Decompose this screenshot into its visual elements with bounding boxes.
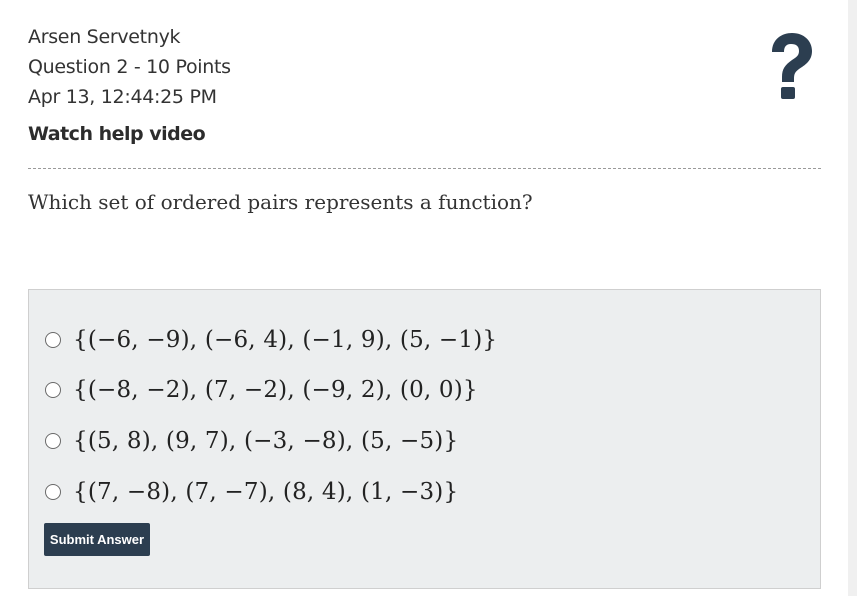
student-name: Arsen Servetnyk xyxy=(28,26,181,48)
watch-help-video-link[interactable]: Watch help video xyxy=(28,123,206,145)
question-page: Arsen Servetnyk Question 2 - 10 Points A… xyxy=(0,0,848,596)
question-prompt: Which set of ordered pairs represents a … xyxy=(28,190,533,214)
radio-button-1[interactable] xyxy=(45,332,61,348)
answer-choice-2-label: {(−8, −2), (7, −2), (−9, 2), (0, 0)} xyxy=(73,377,478,403)
answer-choice-4[interactable]: {(7, −8), (7, −7), (8, 4), (1, −3)} xyxy=(45,475,458,509)
answer-choice-2[interactable]: {(−8, −2), (7, −2), (−9, 2), (0, 0)} xyxy=(45,373,478,407)
radio-button-4[interactable] xyxy=(45,484,61,500)
header-divider xyxy=(28,168,821,169)
timestamp: Apr 13, 12:44:25 PM xyxy=(28,86,217,108)
question-meta: Arsen Servetnyk Question 2 - 10 Points A… xyxy=(28,22,231,112)
answer-choice-1-label: {(−6, −9), (−6, 4), (−1, 9), (5, −1)} xyxy=(73,327,498,353)
submit-answer-button[interactable]: Submit Answer xyxy=(44,523,150,556)
answer-choices-box: {(−6, −9), (−6, 4), (−1, 9), (5, −1)} {(… xyxy=(28,289,821,589)
answer-choice-3[interactable]: {(5, 8), (9, 7), (−3, −8), (5, −5)} xyxy=(45,424,458,458)
question-info: Question 2 - 10 Points xyxy=(28,56,231,78)
answer-choice-1[interactable]: {(−6, −9), (−6, 4), (−1, 9), (5, −1)} xyxy=(45,323,497,357)
answer-choice-4-label: {(7, −8), (7, −7), (8, 4), (1, −3)} xyxy=(73,479,459,505)
radio-button-2[interactable] xyxy=(45,382,61,398)
question-mark-icon[interactable] xyxy=(764,30,818,102)
radio-button-3[interactable] xyxy=(45,433,61,449)
page-edge xyxy=(848,0,857,596)
answer-choice-3-label: {(5, 8), (9, 7), (−3, −8), (5, −5)} xyxy=(73,428,459,454)
